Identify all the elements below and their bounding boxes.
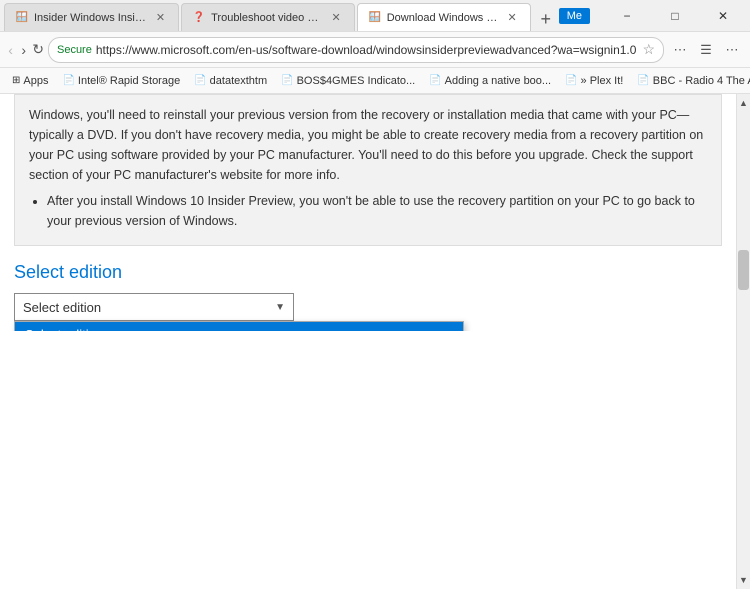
dropdown-list: Select edition Build 15025 Windows 10 In… — [14, 321, 464, 331]
tab-close-2[interactable]: ✕ — [328, 10, 343, 25]
page-inner: Windows, you'll need to reinstall your p… — [0, 94, 736, 331]
settings-icon[interactable]: ⋯ — [720, 38, 744, 62]
dropdown-container: Select edition ▼ Select edition Build 15… — [14, 293, 294, 321]
bookmark-datatext[interactable]: 📄 datatexthtm — [188, 73, 273, 89]
info-text-1: Windows, you'll need to reinstall your p… — [29, 108, 703, 182]
bbc-icon: 📄 — [637, 75, 649, 86]
datatext-icon: 📄 — [194, 75, 206, 86]
dropdown-option-placeholder[interactable]: Select edition — [15, 322, 463, 331]
hub-icon[interactable]: ☰ — [694, 38, 718, 62]
scroll-down-button[interactable]: ▼ — [737, 573, 750, 587]
tab-favicon-3: 🪟 — [368, 11, 382, 25]
secure-icon: Secure — [57, 44, 92, 56]
bookmark-intel[interactable]: 📄 Intel® Rapid Storage — [56, 73, 186, 89]
info-list-item: After you install Windows 10 Insider Pre… — [47, 191, 707, 231]
bookmark-apps[interactable]: ⊞ Apps — [6, 73, 54, 89]
tab-title-3: Download Windows 10 ... — [387, 12, 500, 24]
tab-close-3[interactable]: ✕ — [504, 10, 519, 25]
back-button[interactable]: ‹ — [6, 37, 15, 63]
address-bar: ‹ › ↻ Secure https://www.microsoft.com/e… — [0, 32, 750, 68]
plex-icon: 📄 — [565, 75, 577, 86]
bookmarks-bar: ⊞ Apps 📄 Intel® Rapid Storage 📄 datatext… — [0, 68, 750, 94]
bookmark-datatext-label: datatexthtm — [210, 75, 267, 87]
toolbar-icons: ⋯ ☰ ⋯ — [668, 38, 744, 62]
dropdown-select[interactable]: Select edition ▼ — [14, 293, 294, 321]
bookmark-boss4gmes[interactable]: 📄 BOS$4GMES Indicato... — [275, 73, 421, 89]
scrollbar[interactable]: ▲ ▼ — [736, 94, 750, 589]
bookmark-plex[interactable]: 📄 » Plex It! — [559, 73, 629, 89]
bookmark-adding[interactable]: 📄 Adding a native boo... — [423, 73, 557, 89]
tab-title-2: Troubleshoot video stre... — [211, 12, 323, 24]
bookmark-apps-label: Apps — [23, 75, 48, 87]
bookmark-plex-label: » Plex It! — [581, 75, 624, 87]
dropdown-selected-label: Select edition — [23, 300, 101, 315]
tab-insider[interactable]: 🪟 Insider Windows Insider... ✕ — [4, 3, 179, 31]
refresh-button[interactable]: ↻ — [32, 37, 44, 63]
scroll-up-button[interactable]: ▲ — [737, 96, 750, 110]
page-content: Windows, you'll need to reinstall your p… — [0, 94, 736, 589]
apps-icon: ⊞ — [12, 75, 20, 86]
tab-troubleshoot[interactable]: ❓ Troubleshoot video stre... ✕ — [181, 3, 355, 31]
boss4gmes-icon: 📄 — [281, 75, 293, 86]
title-bar: 🪟 Insider Windows Insider... ✕ ❓ Trouble… — [0, 0, 750, 32]
browser-content: Windows, you'll need to reinstall your p… — [0, 94, 750, 589]
tab-favicon-1: 🪟 — [15, 11, 29, 25]
address-input-wrap[interactable]: Secure https://www.microsoft.com/en-us/s… — [48, 37, 664, 63]
scroll-thumb[interactable] — [738, 250, 749, 290]
scroll-track[interactable] — [737, 112, 750, 571]
close-button[interactable]: ✕ — [700, 0, 746, 32]
tabs-area: 🪟 Insider Windows Insider... ✕ ❓ Trouble… — [4, 0, 559, 31]
bookmark-bbc-label: BBC - Radio 4 The Ar... — [653, 75, 750, 87]
extensions-icon[interactable]: ⋯ — [668, 38, 692, 62]
bookmark-bbc[interactable]: 📄 BBC - Radio 4 The Ar... — [631, 73, 750, 89]
tab-close-1[interactable]: ✕ — [153, 10, 168, 25]
bookmark-adding-label: Adding a native boo... — [445, 75, 551, 87]
dropdown-arrow-icon: ▼ — [275, 302, 285, 313]
me-button[interactable]: Me — [559, 8, 590, 24]
minimize-button[interactable]: − — [604, 0, 650, 32]
bookmark-intel-label: Intel® Rapid Storage — [78, 75, 180, 87]
section-title: Select edition — [14, 262, 722, 283]
info-box: Windows, you'll need to reinstall your p… — [14, 94, 722, 246]
tab-download[interactable]: 🪟 Download Windows 10 ... ✕ — [357, 3, 531, 31]
window-controls: − □ ✕ — [604, 0, 746, 32]
adding-icon: 📄 — [429, 75, 441, 86]
address-text: https://www.microsoft.com/en-us/software… — [96, 43, 637, 57]
maximize-button[interactable]: □ — [652, 0, 698, 32]
new-tab-button[interactable]: + — [533, 7, 559, 31]
intel-icon: 📄 — [62, 75, 74, 86]
bookmark-boss4gmes-label: BOS$4GMES Indicato... — [297, 75, 416, 87]
tab-title-1: Insider Windows Insider... — [34, 12, 148, 24]
bookmark-star-icon[interactable]: ☆ — [642, 41, 655, 58]
forward-button[interactable]: › — [19, 37, 28, 63]
tab-favicon-2: ❓ — [192, 11, 206, 25]
